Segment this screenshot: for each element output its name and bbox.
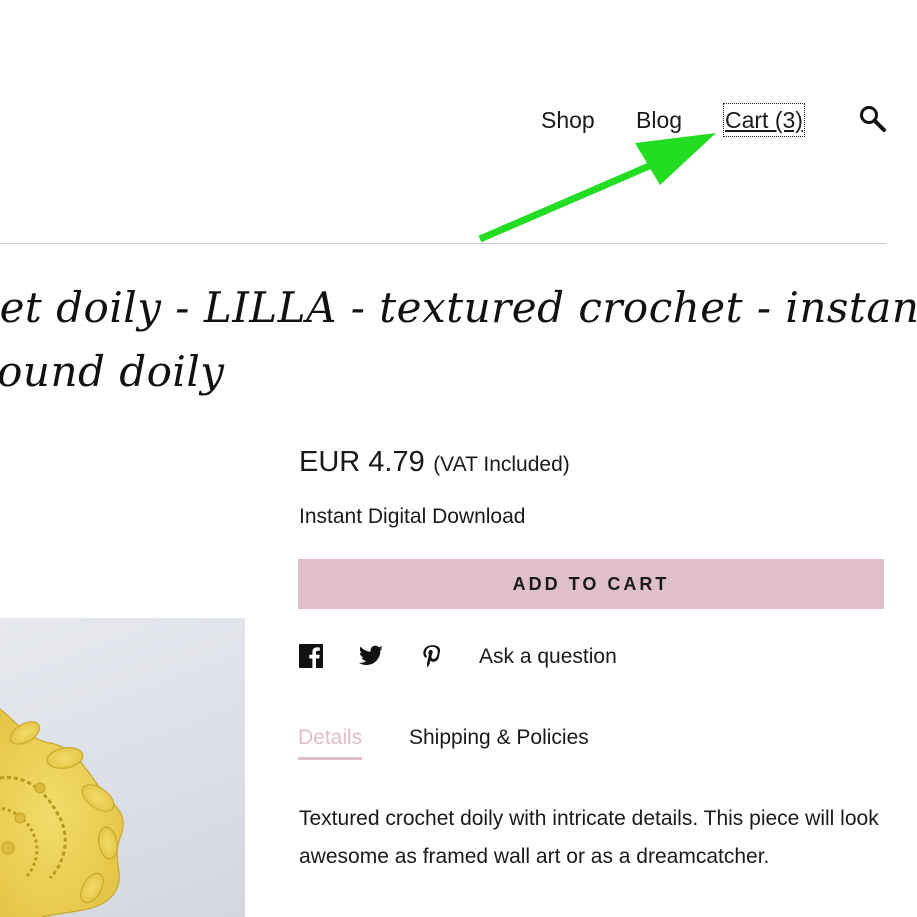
ask-question-link[interactable]: Ask a question — [479, 640, 617, 674]
price: EUR 4.79 — [299, 446, 425, 478]
doily-illustration — [0, 708, 124, 917]
header-divider — [0, 243, 886, 244]
facebook-icon[interactable] — [298, 643, 324, 669]
product-image[interactable] — [0, 618, 245, 917]
listing-title: chet doily - LILLA - textured crochet - … — [0, 276, 917, 404]
annotation-arrow — [478, 133, 716, 243]
pinterest-icon[interactable] — [419, 643, 445, 669]
nav-cart-link[interactable]: Cart (3) — [723, 103, 805, 137]
listing-title-line-2: - round doily — [0, 347, 225, 396]
price-row: EUR 4.79 (VAT Included) — [299, 443, 570, 481]
info-tabs: Details Shipping & Policies — [298, 722, 898, 762]
vat-note: (VAT Included) — [433, 453, 570, 476]
listing-title-line-1: chet doily - LILLA - textured crochet - … — [0, 283, 917, 332]
search-icon[interactable] — [858, 104, 888, 134]
twitter-icon[interactable] — [358, 643, 384, 669]
product-description: Textured crochet doily with intricate de… — [299, 807, 879, 868]
product-page: Shop Blog Cart (3) chet doily - LILLA - … — [0, 0, 917, 917]
tab-details[interactable]: Details — [298, 722, 363, 760]
delivery-note: Instant Digital Download — [299, 505, 526, 528]
tab-shipping-policies[interactable]: Shipping & Policies — [409, 722, 589, 754]
header-nav: Shop Blog Cart (3) — [0, 103, 917, 138]
share-row: Ask a question — [298, 640, 898, 674]
add-to-cart-button[interactable]: ADD TO CART — [298, 559, 884, 609]
